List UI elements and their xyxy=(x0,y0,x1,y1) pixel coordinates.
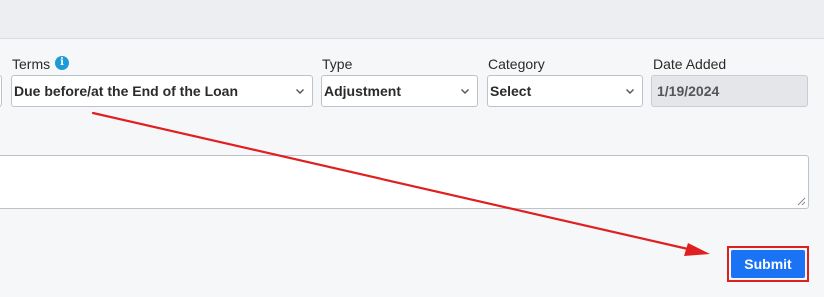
terms-label: Terms xyxy=(12,56,51,72)
chevron-down-icon xyxy=(626,89,634,94)
date-added-field: 1/19/2024 xyxy=(651,75,808,107)
terms-select[interactable]: Due before/at the End of the Loan xyxy=(11,75,313,107)
chevron-down-icon xyxy=(296,89,304,94)
category-select[interactable]: Select xyxy=(487,75,643,107)
type-select[interactable]: Adjustment xyxy=(321,75,478,107)
type-select-value: Adjustment xyxy=(324,83,401,99)
resize-handle-icon[interactable] xyxy=(796,196,806,206)
type-label: Type xyxy=(322,56,353,72)
partial-field-edge[interactable] xyxy=(0,75,2,107)
category-label: Category xyxy=(488,56,545,72)
notes-textarea[interactable] xyxy=(0,155,809,209)
annotation-arrow xyxy=(91,111,710,256)
date-added-label: Date Added xyxy=(653,56,727,72)
info-icon[interactable]: i xyxy=(55,56,69,70)
top-bar xyxy=(0,0,824,39)
date-added-value: 1/19/2024 xyxy=(657,83,720,99)
terms-select-value: Due before/at the End of the Loan xyxy=(14,83,239,99)
category-select-value: Select xyxy=(490,83,532,99)
chevron-down-icon xyxy=(461,89,469,94)
submit-button[interactable]: Submit xyxy=(731,250,805,278)
